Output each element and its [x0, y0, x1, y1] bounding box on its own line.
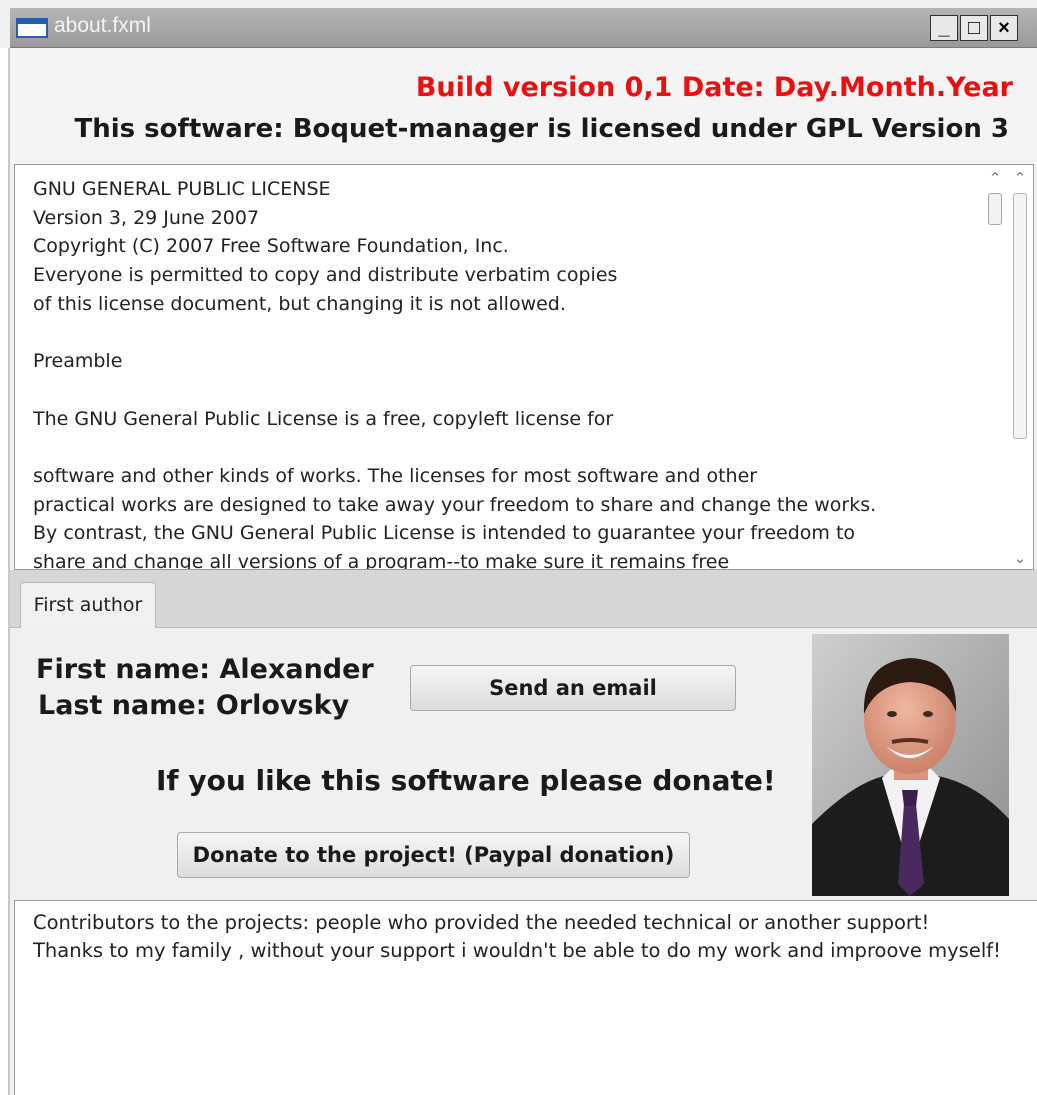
window-title: about.fxml [54, 14, 151, 37]
donate-heading: If you like this software please donate! [156, 764, 776, 797]
author-tab-bar: First author [10, 570, 1037, 628]
about-header: Build version 0,1 Date: Day.Month.Year T… [10, 48, 1037, 164]
donate-paypal-button[interactable]: Donate to the project! (Paypal donation) [177, 832, 690, 878]
license-line: practical works are designed to take awa… [33, 493, 877, 516]
maximize-button[interactable]: □ [960, 15, 988, 41]
scroll-up-icon[interactable]: ⌃ [985, 169, 1005, 187]
license-line: Copyright (C) 2007 Free Software Foundat… [33, 235, 509, 258]
window-left-border [0, 48, 10, 1095]
scroll-thumb[interactable] [988, 193, 1002, 225]
license-line: GNU GENERAL PUBLIC LICENSE [33, 178, 331, 200]
license-text-area[interactable]: GNU GENERAL PUBLIC LICENSE Version 3, 29 … [14, 164, 1034, 570]
minimize-button[interactable]: _ [930, 15, 958, 41]
contributors-line: Contributors to the projects: people who… [33, 911, 930, 934]
author-photo [812, 634, 1009, 896]
contributors-text-area[interactable]: Contributors to the projects: people who… [14, 900, 1037, 1095]
scroll-down-icon[interactable]: ⌄ [1010, 549, 1030, 567]
license-inner-scrollbar[interactable]: ⌃ [983, 167, 1007, 567]
scroll-up-icon[interactable]: ⌃ [1010, 169, 1030, 187]
tab-first-author[interactable]: First author [20, 582, 156, 628]
license-line [33, 319, 993, 348]
author-panel: First name: Alexander Last name: Orlovsk… [10, 628, 1037, 896]
license-statement: This software: Boquet-manager is license… [74, 114, 1009, 144]
license-line: software and other kinds of works. The l… [33, 465, 758, 488]
license-line: share and change all versions of a progr… [33, 551, 730, 569]
contributors-line: Thanks to my family , without your suppo… [33, 939, 1001, 962]
license-line: Preamble [33, 350, 123, 373]
license-line [33, 376, 993, 405]
license-line: Version 3, 29 June 2007 [33, 206, 260, 229]
license-line: The GNU General Public License is a free… [33, 407, 614, 430]
license-line [33, 433, 993, 462]
window-app-icon [16, 18, 48, 38]
close-button[interactable]: × [990, 15, 1018, 41]
scroll-thumb[interactable] [1013, 193, 1027, 439]
send-email-button[interactable]: Send an email [410, 665, 736, 711]
window-titlebar[interactable]: about.fxml _ □ × [10, 8, 1037, 48]
build-version-label: Build version 0,1 Date: Day.Month.Year [415, 72, 1013, 103]
license-line: By contrast, the GNU General Public Lice… [33, 522, 856, 545]
license-text: GNU GENERAL PUBLIC LICENSE Version 3, 29 … [33, 175, 993, 569]
first-name-label: First name: Alexander [36, 654, 374, 685]
license-outer-scrollbar[interactable]: ⌃ ⌄ [1008, 167, 1032, 567]
last-name-label: Last name: Orlovsky [38, 690, 350, 721]
license-line: of this license document, but changing i… [33, 292, 566, 315]
license-line: Everyone is permitted to copy and distri… [33, 264, 618, 287]
